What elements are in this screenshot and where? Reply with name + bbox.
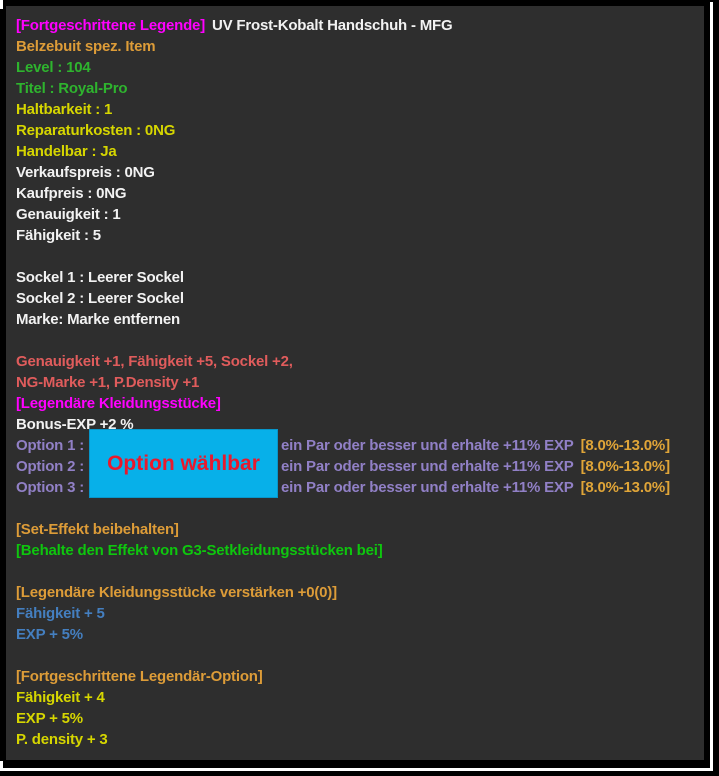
verstaerken-stat-1: Fähigkeit + 5 — [16, 603, 704, 624]
item-marke: Marke: Marke entfernen — [16, 309, 704, 330]
item-haltbarkeit: Haltbarkeit : 1 — [16, 99, 704, 120]
item-name: UV Frost-Kobalt Handschuh - MFG — [212, 17, 452, 34]
item-kaufpreis: Kaufpreis : 0NG — [16, 183, 704, 204]
verstaerken-header: [Legendäre Kleidungsstücke verstärken +0… — [16, 582, 704, 603]
advanced-legend-header: [Fortgeschrittene Legendär-Option] — [16, 666, 704, 687]
advanced-stat-3: P. density + 3 — [16, 729, 704, 750]
option-3-text: ein Par oder besser und erhalte +11% EXP… — [281, 477, 670, 498]
option-1-prefix: Option 1 : — [16, 437, 84, 454]
advanced-stat-2: EXP + 5% — [16, 708, 704, 729]
tooltip-content: [Fortgeschrittene Legende] UV Frost-Kobal… — [6, 6, 704, 760]
spacer — [16, 498, 704, 519]
option-2-desc: ein Par oder besser und erhalte +11% EXP — [281, 458, 574, 475]
item-special-label: Belzebuit spez. Item — [16, 36, 704, 57]
set-effekt-desc: [Behalte den Effekt von G3-Setkleidungss… — [16, 540, 704, 561]
item-title-line: [Fortgeschrittene Legende] UV Frost-Kobal… — [16, 15, 704, 36]
frame-tick-bottom-left — [0, 761, 3, 771]
item-legend-tag: [Fortgeschrittene Legende] — [16, 17, 205, 34]
legend-clothes-header: [Legendäre Kleidungsstücke] — [16, 393, 704, 414]
advanced-stat-1: Fähigkeit + 4 — [16, 687, 704, 708]
set-effekt-header: [Set-Effekt beibehalten] — [16, 519, 704, 540]
item-handelbar: Handelbar : Ja — [16, 141, 704, 162]
item-bonus-line-2: NG-Marke +1, P.Density +1 — [16, 372, 704, 393]
option-2-text: ein Par oder besser und erhalte +11% EXP… — [281, 456, 670, 477]
frame-highlight-right — [710, 2, 713, 769]
option-2-range: [8.0%-13.0%] — [581, 458, 670, 475]
option-3-prefix: Option 3 : — [16, 479, 84, 496]
item-level: Level : 104 — [16, 57, 704, 78]
option-1-text: ein Par oder besser und erhalte +11% EXP… — [281, 435, 670, 456]
option-1-range: [8.0%-13.0%] — [581, 437, 670, 454]
item-sockel-1: Sockel 1 : Leerer Sockel — [16, 267, 704, 288]
option-2-prefix: Option 2 : — [16, 458, 84, 475]
spacer — [16, 330, 704, 351]
spacer — [16, 645, 704, 666]
frame-tick-top-left — [0, 0, 3, 9]
option-waehlbar-overlay[interactable]: Option wählbar — [89, 429, 278, 498]
option-3-range: [8.0%-13.0%] — [581, 479, 670, 496]
spacer — [16, 246, 704, 267]
verstaerken-stat-2: EXP + 5% — [16, 624, 704, 645]
item-genauigkeit: Genauigkeit : 1 — [16, 204, 704, 225]
item-verkaufspreis: Verkaufspreis : 0NG — [16, 162, 704, 183]
option-3-desc: ein Par oder besser und erhalte +11% EXP — [281, 479, 574, 496]
item-reparaturkosten: Reparaturkosten : 0NG — [16, 120, 704, 141]
item-bonus-line-1: Genauigkeit +1, Fähigkeit +5, Sockel +2, — [16, 351, 704, 372]
option-waehlbar-label: Option wählbar — [107, 452, 260, 476]
spacer — [16, 561, 704, 582]
option-1-desc: ein Par oder besser und erhalte +11% EXP — [281, 437, 574, 454]
item-titel: Titel : Royal-Pro — [16, 78, 704, 99]
item-faehigkeit: Fähigkeit : 5 — [16, 225, 704, 246]
item-sockel-2: Sockel 2 : Leerer Sockel — [16, 288, 704, 309]
frame-highlight-bottom — [2, 768, 713, 771]
